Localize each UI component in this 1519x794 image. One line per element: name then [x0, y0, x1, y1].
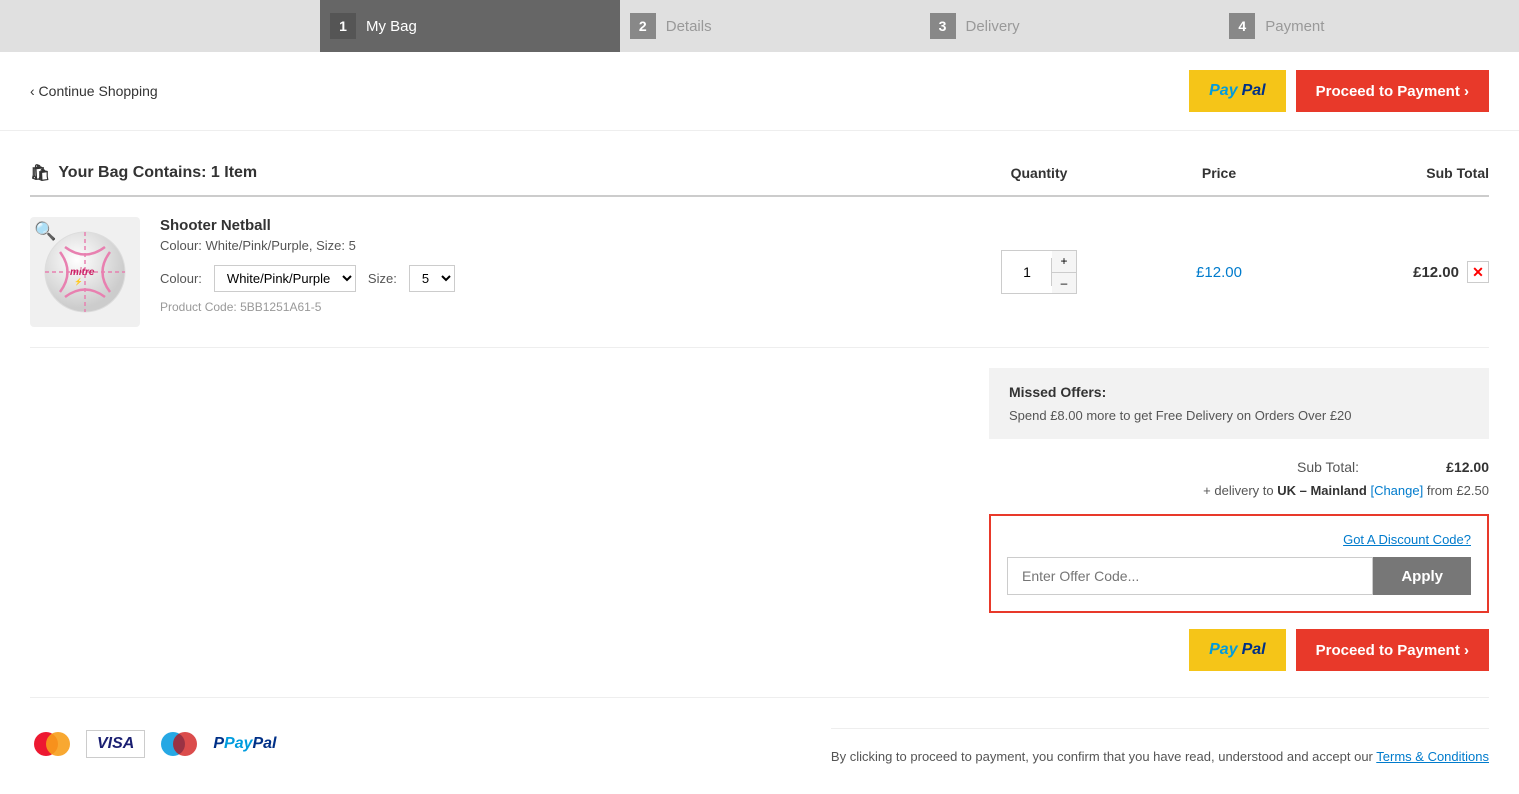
quantity-control: + –	[1001, 250, 1076, 295]
bottom-actions: Pay Pal Proceed to Payment ›	[989, 629, 1489, 671]
step-delivery[interactable]: 3 Delivery	[920, 0, 1220, 52]
size-label: Size:	[368, 271, 397, 286]
size-select[interactable]: 5	[409, 265, 455, 292]
terms-conditions-link[interactable]: Terms & Conditions	[1376, 749, 1489, 764]
delivery-destination: UK – Mainland	[1277, 483, 1367, 498]
right-panel: Missed Offers: Spend £8.00 more to get F…	[30, 368, 1489, 687]
column-header-price: Price	[1129, 165, 1309, 181]
discount-input-row: Apply	[1007, 557, 1471, 595]
product-info: mitre ⚡ 🔍 Shooter Netball Colour: White/…	[30, 217, 949, 327]
product-code-value: 5BB1251A61-5	[240, 300, 321, 314]
paypal-pay-text-bottom: Pay	[1209, 641, 1237, 659]
maestro-icon	[157, 730, 201, 758]
missed-offers-box: Missed Offers: Spend £8.00 more to get F…	[989, 368, 1489, 439]
proceed-to-payment-button-bottom[interactable]: Proceed to Payment ›	[1296, 629, 1489, 671]
paypal-icon: PPayPal	[213, 735, 276, 753]
product-code-label: Product Code:	[160, 300, 237, 314]
step-mybag[interactable]: 1 My Bag	[320, 0, 620, 52]
offer-code-input[interactable]	[1007, 557, 1373, 595]
step-number-1: 1	[330, 13, 356, 39]
product-image-wrap: mitre ⚡ 🔍	[30, 217, 140, 327]
missed-offers-title: Missed Offers:	[1009, 384, 1469, 400]
svg-text:⚡: ⚡	[74, 277, 83, 286]
svg-text:mitre: mitre	[70, 267, 95, 278]
product-row: mitre ⚡ 🔍 Shooter Netball Colour: White/…	[30, 197, 1489, 348]
continue-shopping-link[interactable]: ‹ Continue Shopping	[30, 83, 158, 99]
step-number-4: 4	[1229, 13, 1255, 39]
quantity-decrease-button[interactable]: –	[1052, 273, 1075, 294]
delivery-info-row: + delivery to UK – Mainland [Change] fro…	[989, 483, 1489, 498]
footer-text: By clicking to proceed to payment, you c…	[831, 749, 1373, 764]
footer-note: By clicking to proceed to payment, you c…	[831, 728, 1489, 774]
column-header-subtotal: Sub Total	[1309, 165, 1489, 181]
bag-header: 🛍 Your Bag Contains: 1 Item Quantity Pri…	[30, 151, 1489, 197]
quantity-column: + –	[949, 250, 1129, 295]
summary-subtotal-value: £12.00	[1419, 459, 1489, 475]
mastercard-icon	[30, 730, 74, 758]
bag-title: 🛍 Your Bag Contains: 1 Item	[30, 163, 949, 183]
product-details: Shooter Netball Colour: White/Pink/Purpl…	[160, 217, 949, 314]
delivery-change-link[interactable]: [Change]	[1370, 483, 1423, 498]
progress-bar: 1 My Bag 2 Details 3 Delivery 4 Payment	[0, 0, 1519, 52]
paypal-pal-text: Pal	[1242, 82, 1266, 100]
visa-icon: VISA	[86, 730, 145, 758]
product-zoom-icon[interactable]: 🔍	[34, 221, 56, 242]
step-label-details: Details	[666, 18, 712, 35]
delivery-text: + delivery to	[1203, 483, 1273, 498]
discount-code-section: Got A Discount Code? Apply	[989, 514, 1489, 613]
discount-code-link[interactable]: Got A Discount Code?	[1007, 532, 1471, 547]
bag-icon: 🛍	[30, 163, 50, 183]
remove-item-button[interactable]: ✕	[1467, 261, 1489, 283]
paypal-pay-text: Pay	[1209, 82, 1237, 100]
bag-title-text: Your Bag Contains: 1 Item	[58, 164, 257, 182]
step-label-delivery: Delivery	[966, 18, 1020, 35]
product-selectors: Colour: White/Pink/Purple Size: 5	[160, 265, 949, 292]
paypal-pal-text-bottom: Pal	[1242, 641, 1266, 659]
column-header-quantity: Quantity	[949, 165, 1129, 181]
colour-label: Colour:	[160, 271, 202, 286]
item-price: £12.00	[1196, 264, 1242, 281]
product-name: Shooter Netball	[160, 217, 949, 234]
item-subtotal: £12.00	[1413, 264, 1459, 281]
apply-discount-button[interactable]: Apply	[1373, 557, 1471, 595]
step-number-2: 2	[630, 13, 656, 39]
paypal-button-bottom[interactable]: Pay Pal	[1189, 629, 1285, 671]
quantity-increase-button[interactable]: +	[1052, 251, 1075, 273]
step-label-payment: Payment	[1265, 18, 1324, 35]
step-details[interactable]: 2 Details	[620, 0, 920, 52]
step-label-mybag: My Bag	[366, 18, 417, 35]
quantity-stepper: + –	[1052, 251, 1075, 294]
product-variant: Colour: White/Pink/Purple, Size: 5	[160, 238, 949, 253]
step-payment[interactable]: 4 Payment	[1219, 0, 1519, 52]
summary-subtotal-row: Sub Total: £12.00	[989, 459, 1489, 475]
step-number-3: 3	[930, 13, 956, 39]
main-content: 🛍 Your Bag Contains: 1 Item Quantity Pri…	[0, 131, 1519, 794]
action-bar: ‹ Continue Shopping Pay Pal Proceed to Pa…	[0, 52, 1519, 131]
colour-select[interactable]: White/Pink/Purple	[214, 265, 356, 292]
proceed-to-payment-button-top[interactable]: Proceed to Payment ›	[1296, 70, 1489, 112]
product-code: Product Code: 5BB1251A61-5	[160, 300, 949, 314]
quantity-input[interactable]	[1002, 258, 1052, 286]
summary-subtotal-label: Sub Total:	[1297, 459, 1359, 475]
subtotal-column: £12.00 ✕	[1309, 261, 1489, 283]
visa-text: VISA	[97, 735, 134, 753]
paypal-button[interactable]: Pay Pal	[1189, 70, 1285, 112]
payment-icons: VISA PPayPal	[30, 714, 277, 774]
price-column: £12.00	[1129, 264, 1309, 281]
action-bar-right: Pay Pal Proceed to Payment ›	[1189, 70, 1489, 112]
delivery-from: from £2.50	[1427, 483, 1489, 498]
missed-offers-text: Spend £8.00 more to get Free Delivery on…	[1009, 408, 1469, 423]
